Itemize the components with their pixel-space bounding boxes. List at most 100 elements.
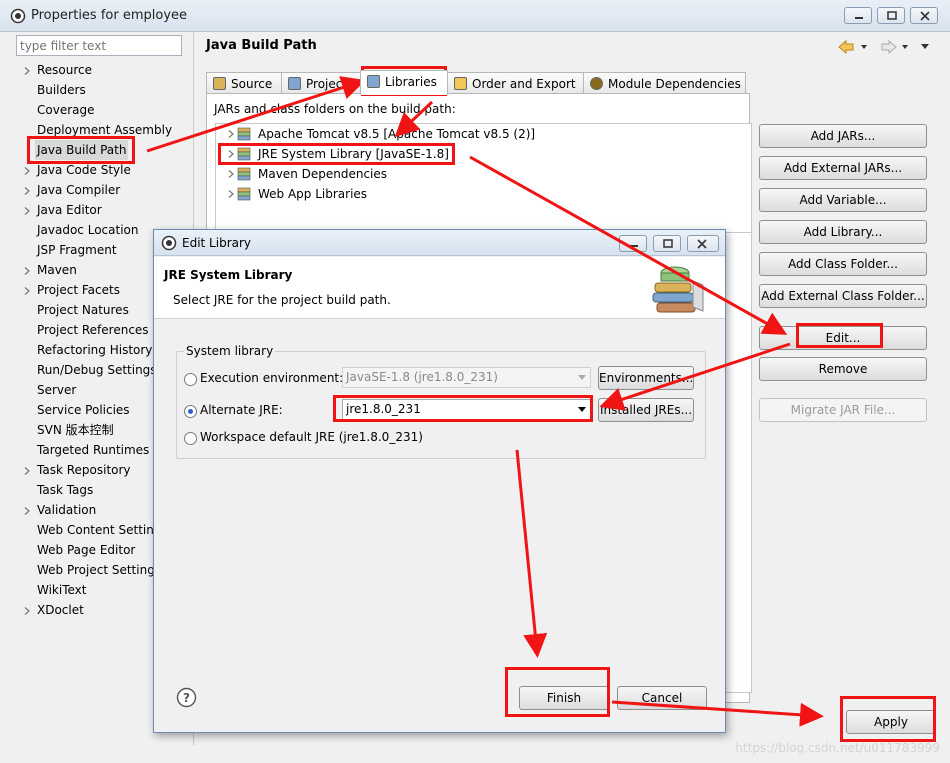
tree-item-label: WikiText — [37, 583, 87, 597]
tree-item-label: Coverage — [37, 103, 95, 117]
tab-libraries[interactable]: Libraries — [360, 70, 448, 95]
tree-item-label: Java Build Path — [35, 140, 129, 160]
execution-environment-value: JavaSE-1.8 (jre1.8.0_231) — [346, 370, 498, 384]
tree-item-label: Java Compiler — [37, 183, 121, 197]
library-tree: Apache Tomcat v8.5 [Apache Tomcat v8.5 (… — [215, 123, 752, 233]
tree-item-label: Run/Debug Settings — [37, 363, 157, 377]
tree-item-label: SVN 版本控制 — [37, 423, 114, 437]
library-books-icon — [652, 266, 704, 313]
chevron-right-icon[interactable] — [24, 287, 30, 295]
window-title-bar: Properties for employee — [0, 0, 950, 32]
add-library-button[interactable]: Add Library... — [759, 220, 927, 244]
dialog-title: Edit Library — [182, 236, 252, 250]
chevron-right-icon[interactable] — [24, 467, 30, 475]
back-arrow-icon[interactable] — [838, 39, 854, 55]
tab-module-dependencies[interactable]: Module Dependencies — [583, 72, 746, 94]
tree-item-label: Project Facets — [37, 283, 120, 297]
remove-button[interactable]: Remove — [759, 357, 927, 381]
minimize-icon — [630, 245, 638, 247]
add-external-class-folder-button[interactable]: Add External Class Folder... — [759, 284, 927, 308]
chevron-right-icon[interactable] — [24, 207, 30, 215]
alternate-jre-combo[interactable]: jre1.8.0_231 — [342, 399, 591, 420]
finish-button[interactable]: Finish — [519, 686, 609, 710]
library-item-label: Apache Tomcat v8.5 [Apache Tomcat v8.5 (… — [258, 127, 536, 141]
view-menu-icon[interactable] — [921, 44, 929, 49]
forward-menu-icon[interactable] — [902, 45, 908, 49]
chevron-right-icon[interactable] — [228, 150, 234, 158]
chevron-right-icon[interactable] — [24, 607, 30, 615]
migrate-jar-file-button[interactable]: Migrate JAR File... — [759, 398, 927, 422]
chevron-right-icon[interactable] — [24, 167, 30, 175]
tree-item-label: Web Project Settings — [37, 563, 162, 577]
eclipse-icon — [161, 235, 177, 251]
dialog-description: Select JRE for the project build path. — [173, 293, 391, 307]
chevron-right-icon[interactable] — [24, 187, 30, 195]
add-class-folder-button[interactable]: Add Class Folder... — [759, 252, 927, 276]
forward-arrow-icon[interactable] — [881, 39, 897, 55]
close-button[interactable] — [910, 7, 938, 24]
eclipse-icon — [10, 8, 26, 24]
edit-button[interactable]: Edit... — [759, 326, 927, 350]
maximize-icon — [663, 239, 673, 248]
window-title: Properties for employee — [31, 8, 188, 23]
library-icon — [237, 147, 251, 161]
maximize-icon — [887, 11, 897, 20]
library-item-label: Maven Dependencies — [258, 167, 388, 181]
tree-item-label: Refactoring History — [37, 343, 153, 357]
dialog-minimize-button[interactable] — [619, 235, 647, 252]
workspace-default-radio[interactable] — [184, 432, 197, 445]
execution-environment-combo[interactable]: JavaSE-1.8 (jre1.8.0_231) — [342, 367, 591, 388]
alternate-jre-label: Alternate JRE: — [200, 403, 283, 417]
tree-item-label: Task Tags — [37, 483, 94, 497]
libraries-icon — [367, 75, 380, 88]
chevron-right-icon[interactable] — [24, 507, 30, 515]
tree-item-label: JSP Fragment — [37, 243, 117, 257]
add-jars-button[interactable]: Add JARs... — [759, 124, 927, 148]
order-export-icon — [454, 77, 467, 90]
tree-item-label: Project Natures — [37, 303, 129, 317]
chevron-right-icon[interactable] — [228, 190, 234, 198]
back-menu-icon[interactable] — [861, 45, 867, 49]
apply-button[interactable]: Apply — [846, 710, 936, 734]
cancel-button[interactable]: Cancel — [617, 686, 707, 710]
dialog-close-button[interactable] — [687, 235, 719, 252]
chevron-right-icon[interactable] — [24, 67, 30, 75]
filter-input[interactable] — [16, 35, 182, 56]
chevron-right-icon[interactable] — [228, 130, 234, 138]
build-path-tabs: Source Projects Libraries Order and Export M… — [206, 70, 750, 95]
maximize-button[interactable] — [877, 7, 905, 24]
tree-item-label: Java Code Style — [37, 163, 131, 177]
minimize-button[interactable] — [844, 7, 872, 24]
projects-icon — [288, 77, 301, 90]
workspace-default-label: Workspace default JRE (jre1.8.0_231) — [200, 430, 423, 444]
tree-item-label: Web Page Editor — [37, 543, 136, 557]
dialog-header: JRE System Library Select JRE for the pr… — [154, 257, 725, 319]
tree-item-label: Targeted Runtimes — [37, 443, 150, 457]
environments-button[interactable]: Environments... — [598, 366, 694, 390]
tab-label: Projects — [306, 77, 354, 91]
alternate-jre-radio[interactable] — [184, 405, 197, 418]
tree-item-label: Service Policies — [37, 403, 130, 417]
add-external-jars-button[interactable]: Add External JARs... — [759, 156, 927, 180]
add-variable-button[interactable]: Add Variable... — [759, 188, 927, 212]
close-icon — [920, 11, 930, 21]
libraries-caption: JARs and class folders on the build path… — [214, 102, 456, 116]
tab-projects[interactable]: Projects — [281, 72, 361, 94]
chevron-right-icon[interactable] — [228, 170, 234, 178]
tab-label: Module Dependencies — [608, 77, 741, 91]
watermark: https://blog.csdn.net/u011783999 — [735, 741, 940, 755]
execution-environment-radio[interactable] — [184, 373, 197, 386]
tree-item-label: Project References — [37, 323, 149, 337]
tree-item-label: Java Editor — [37, 203, 102, 217]
dialog-heading: JRE System Library — [164, 268, 293, 282]
installed-jres-button[interactable]: Installed JREs... — [598, 398, 694, 422]
help-icon[interactable]: ? — [176, 687, 197, 708]
tab-source[interactable]: Source — [206, 72, 282, 94]
library-icon — [237, 187, 251, 201]
dialog-maximize-button[interactable] — [653, 235, 681, 252]
tree-item-label: Task Repository — [37, 463, 131, 477]
tab-order-and-export[interactable]: Order and Export — [447, 72, 584, 94]
execution-environment-label: Execution environment: — [200, 371, 344, 385]
chevron-right-icon[interactable] — [24, 267, 30, 275]
tree-item-label: Resource — [37, 63, 93, 77]
